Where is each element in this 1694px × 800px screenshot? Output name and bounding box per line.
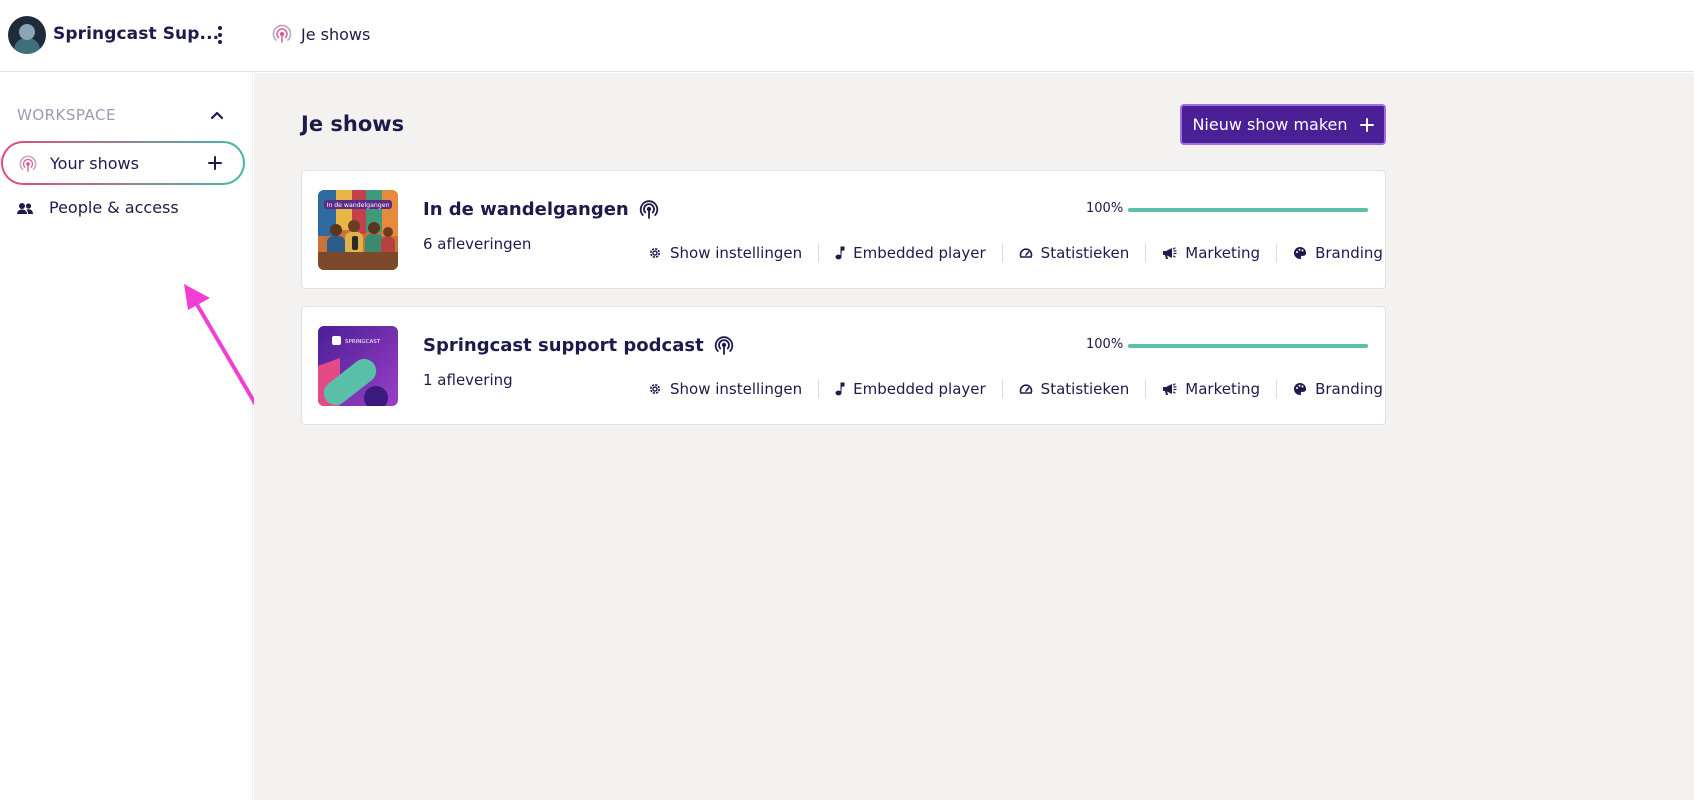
progress-bar: [1128, 208, 1368, 212]
show-actions: Show instellingen Embedded player Statis…: [632, 241, 1399, 265]
people-icon: [17, 203, 33, 214]
palette-icon: [1294, 383, 1307, 395]
sidebar-item-your-shows[interactable]: Your shows: [1, 141, 245, 185]
breadcrumb: Je shows: [272, 24, 370, 44]
sidebar-item-label: Your shows: [50, 154, 139, 173]
more-options-icon[interactable]: [212, 24, 226, 46]
marketing-link[interactable]: Marketing: [1145, 380, 1276, 398]
show-card[interactable]: In de wandelgangen In de wandelgangen 6 …: [301, 170, 1386, 289]
show-settings-link[interactable]: Show instellingen: [632, 380, 818, 398]
episode-count: 6 afleveringen: [423, 235, 532, 253]
breadcrumb-label[interactable]: Je shows: [301, 25, 370, 44]
cover-caption: SPRINGCAST: [345, 339, 381, 345]
megaphone-icon: [1163, 247, 1177, 259]
branding-link[interactable]: Branding: [1276, 380, 1399, 398]
statistics-link[interactable]: Statistieken: [1001, 244, 1146, 262]
cover-caption: In de wandelgangen: [327, 202, 390, 209]
sidebar-item-people-access[interactable]: People & access: [0, 189, 245, 229]
marketing-link[interactable]: Marketing: [1145, 244, 1276, 262]
episode-count: 1 aflevering: [423, 371, 513, 389]
show-title[interactable]: Springcast support podcast: [423, 335, 734, 356]
new-show-button[interactable]: Nieuw show maken: [1180, 104, 1386, 145]
megaphone-icon: [1163, 383, 1177, 395]
show-cover-image[interactable]: SPRINGCAST: [318, 326, 398, 406]
plus-icon: [1359, 117, 1374, 132]
gauge-icon: [1019, 384, 1032, 394]
add-show-icon[interactable]: [206, 154, 224, 172]
podcast-icon: [714, 335, 733, 355]
show-title-text: Springcast support podcast: [423, 335, 704, 356]
progress-bar-fill: [1128, 344, 1368, 348]
workspace-name[interactable]: Springcast Sup...: [53, 24, 219, 44]
embedded-player-link[interactable]: Embedded player: [818, 380, 1002, 398]
gauge-icon: [1019, 248, 1032, 258]
music-note-icon: [835, 382, 845, 396]
statistics-link[interactable]: Statistieken: [1001, 380, 1146, 398]
top-bar: Springcast Sup... Je shows: [0, 0, 1694, 72]
show-actions: Show instellingen Embedded player Statis…: [632, 377, 1399, 401]
progress-percentage: 100%: [1086, 201, 1124, 216]
new-show-label: Nieuw show maken: [1192, 115, 1348, 134]
workspace-section-label: WORKSPACE: [17, 106, 116, 124]
palette-icon: [1294, 246, 1307, 259]
workspace-avatar[interactable]: [8, 16, 46, 54]
chevron-up-icon[interactable]: [208, 106, 226, 124]
show-settings-link[interactable]: Show instellingen: [632, 244, 818, 262]
podcast-icon: [272, 24, 292, 43]
show-cover-image[interactable]: In de wandelgangen: [318, 190, 398, 270]
branding-link[interactable]: Branding: [1276, 244, 1399, 262]
sidebar: WORKSPACE Your shows People & access: [0, 72, 268, 800]
show-card[interactable]: SPRINGCAST Springcast support podcast 1 …: [301, 306, 1386, 425]
page-title: Je shows: [301, 112, 405, 136]
gear-icon: [650, 248, 660, 258]
podcast-icon: [639, 199, 658, 219]
progress-bar: [1128, 344, 1368, 348]
progress-percentage: 100%: [1086, 337, 1124, 352]
sidebar-item-label: People & access: [49, 198, 179, 217]
progress-bar-fill: [1128, 208, 1368, 212]
gear-icon: [650, 384, 660, 394]
music-note-icon: [835, 246, 845, 260]
main-content: Je shows Nieuw show maken In de wandelga…: [254, 73, 1694, 800]
podcast-icon: [19, 155, 37, 172]
show-title[interactable]: In de wandelgangen: [423, 199, 659, 220]
show-title-text: In de wandelgangen: [423, 199, 629, 220]
embedded-player-link[interactable]: Embedded player: [818, 244, 1002, 262]
